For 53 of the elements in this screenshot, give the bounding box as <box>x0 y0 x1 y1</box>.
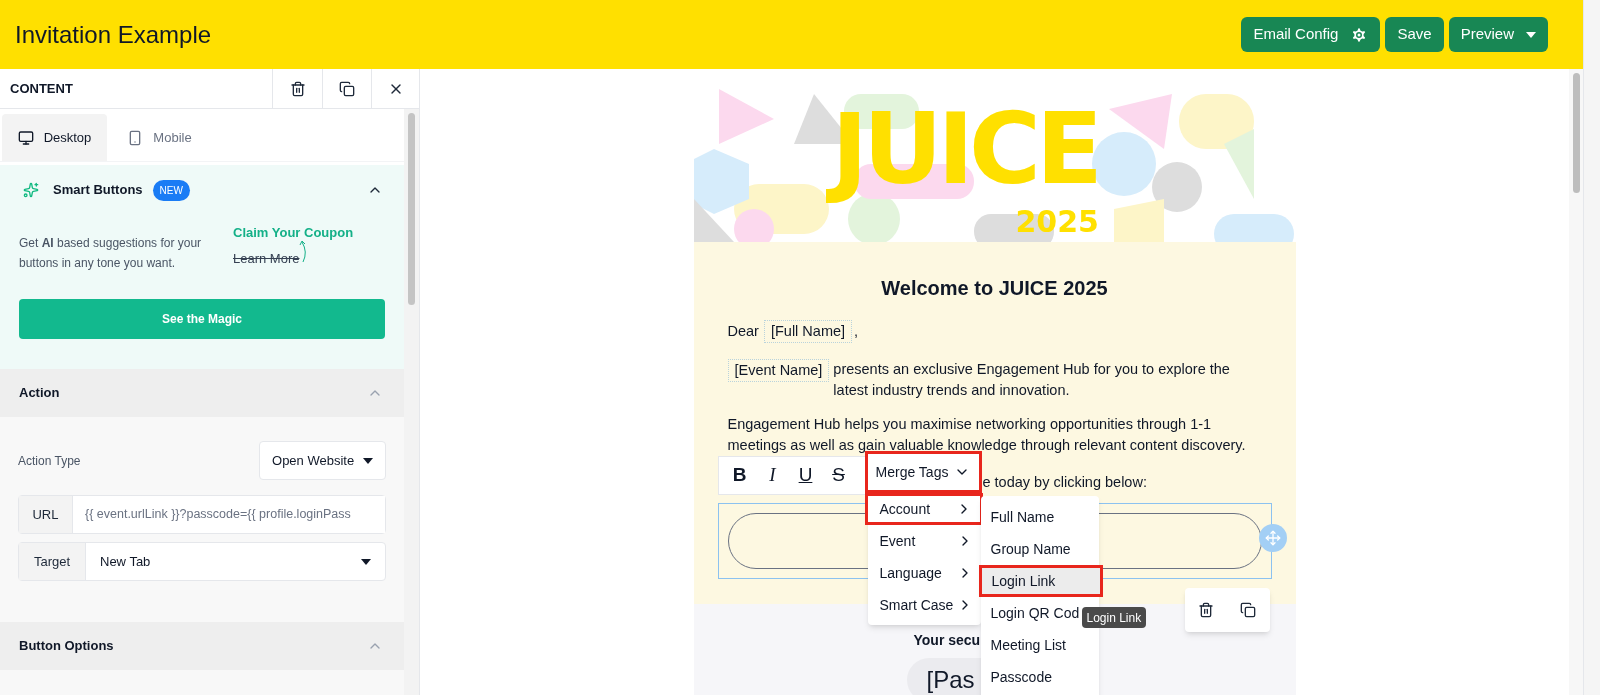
submenu-item[interactable]: Full Name <box>980 501 1099 533</box>
field-label: Action Type <box>18 452 81 470</box>
url-field[interactable]: URL {{ event.urlLink }}?passcode={{ profile.loginPass <box>18 495 387 534</box>
passcode-text: [Pas <box>926 666 975 694</box>
copy-icon[interactable] <box>1240 602 1257 618</box>
merge-tags-dropdown[interactable]: Merge Tags <box>864 451 982 493</box>
logo-year: 2025 <box>1015 207 1099 237</box>
scrollbar-thumb[interactable] <box>408 113 415 305</box>
struck-sample-text: Learn More <box>233 249 300 268</box>
email-config-button[interactable]: Email Config <box>1241 17 1381 52</box>
section-title: Button Options <box>19 637 114 656</box>
new-badge: NEW <box>152 179 190 201</box>
menu-item[interactable]: Event <box>867 525 981 557</box>
menu-item[interactable]: Language <box>867 557 981 589</box>
copy-icon <box>339 80 355 97</box>
intro-text: presents an exclusive Engagement Hub for you to explore the latest industry trends and innovation. <box>833 360 1231 400</box>
italic-button[interactable]: I <box>757 460 788 491</box>
save-button[interactable]: Save <box>1385 17 1444 52</box>
tooltip: Login Link <box>1081 607 1147 628</box>
merge-tag: [Event Name] <box>727 359 830 382</box>
submenu-item[interactable]: Group Name <box>980 533 1099 565</box>
sample-button-text: Claim Your Coupon <box>233 224 354 242</box>
scrollbar-thumb[interactable] <box>1572 73 1580 193</box>
greeting-comma: , <box>854 322 859 341</box>
sparkles-icon <box>23 182 39 198</box>
secure-text: Your secu <box>913 632 981 648</box>
cta-text: e today by clicking below: <box>982 474 1147 490</box>
description-text: Get AI based suggestions for your buttons in any tone you want. <box>19 235 203 272</box>
email-heading: Welcome to JUICE 2025 <box>880 276 1109 300</box>
view-tab[interactable]: Desktop <box>2 114 107 161</box>
submenu-item[interactable]: Login Link <box>978 565 1103 597</box>
move-icon <box>1264 530 1281 546</box>
section-title: Smart Buttons <box>53 181 143 200</box>
submenu-item[interactable]: Passcode <box>980 661 1099 693</box>
monitor-icon <box>17 129 34 146</box>
greeting-text: Dear <box>727 322 759 341</box>
panel-title: CONTENT <box>9 79 74 98</box>
preview-dropdown-button[interactable]: Preview <box>1448 17 1548 52</box>
merge-tag: [Full Name] <box>763 320 853 343</box>
action-type-select[interactable]: Open Website <box>259 441 387 480</box>
caret-icon <box>1526 31 1536 38</box>
underline-button[interactable]: U <box>790 460 821 491</box>
trash-icon <box>289 80 306 97</box>
url-label: URL <box>19 496 73 533</box>
strikethrough-button[interactable]: S <box>823 460 854 491</box>
menu-item[interactable]: Smart Case <box>867 589 981 621</box>
caret-icon <box>363 457 374 464</box>
submenu-item[interactable]: Meeting List <box>980 629 1099 661</box>
bold-button[interactable]: B <box>724 460 755 491</box>
section-title: Action <box>19 384 60 403</box>
logo-text: JUICE <box>817 91 1112 208</box>
trash-icon[interactable] <box>1197 602 1214 618</box>
page-title: Invitation Example <box>15 19 212 50</box>
